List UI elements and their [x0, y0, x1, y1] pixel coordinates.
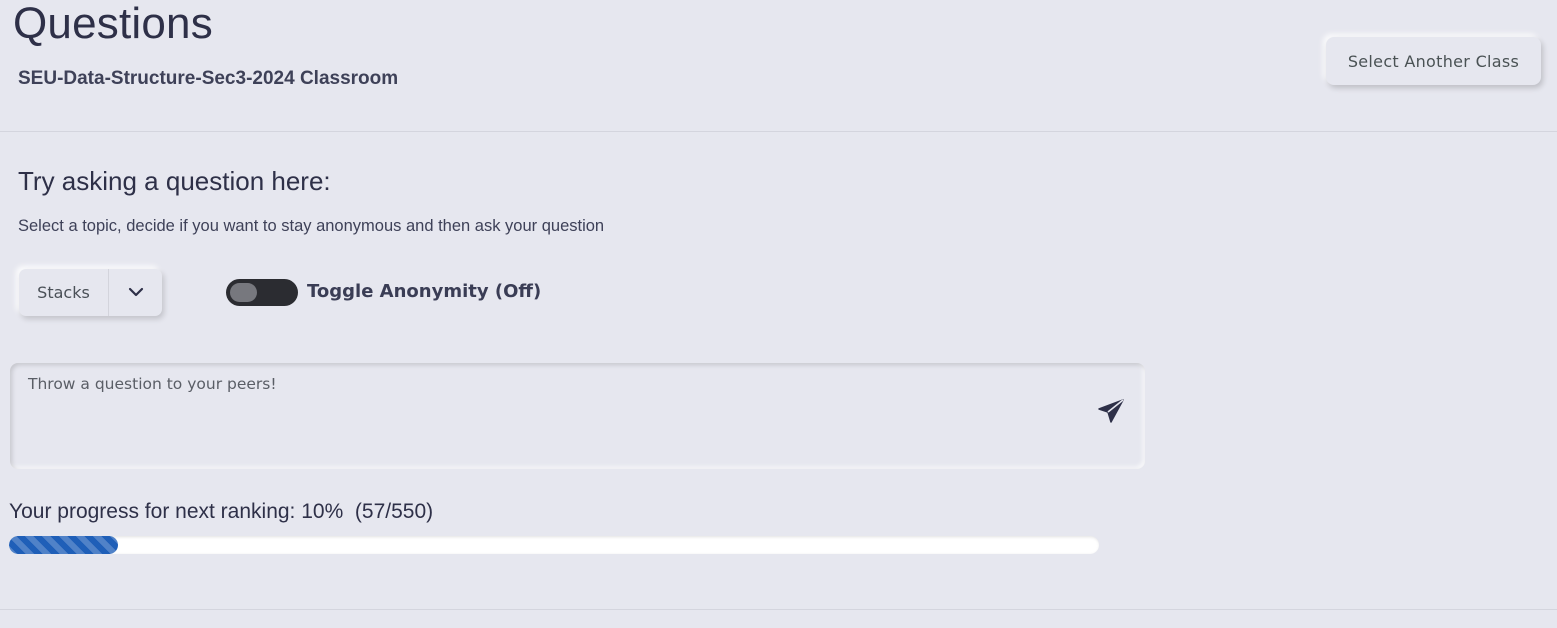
question-box — [10, 363, 1145, 469]
ranking-progress-bar — [9, 536, 1099, 554]
page-title: Questions — [13, 0, 213, 48]
questions-page: Questions SEU-Data-Structure-Sec3-2024 C… — [0, 0, 1557, 628]
send-question-button[interactable] — [1094, 396, 1128, 430]
question-input[interactable] — [10, 363, 1080, 469]
section-divider — [0, 609, 1557, 610]
ranking-progress-fill — [9, 536, 118, 554]
ranking-progress-text: Your progress for next ranking: 10% (57/… — [9, 500, 434, 523]
topic-dropdown[interactable]: Stacks — [19, 269, 162, 316]
chevron-down-icon — [128, 284, 144, 302]
class-name: SEU-Data-Structure-Sec3-2024 Classroom — [18, 68, 399, 89]
paper-plane-icon — [1097, 398, 1125, 429]
topic-selected-value: Stacks — [19, 269, 109, 316]
ask-heading: Try asking a question here: — [18, 166, 331, 196]
anonymity-toggle[interactable] — [226, 279, 298, 306]
topic-dropdown-toggle[interactable] — [109, 269, 162, 316]
anonymity-toggle-label: Toggle Anonymity (Off) — [307, 281, 542, 302]
toggle-knob — [230, 283, 257, 302]
header-divider — [0, 131, 1557, 132]
select-another-class-button[interactable]: Select Another Class — [1326, 37, 1541, 85]
ask-instructions: Select a topic, decide if you want to st… — [18, 217, 605, 235]
